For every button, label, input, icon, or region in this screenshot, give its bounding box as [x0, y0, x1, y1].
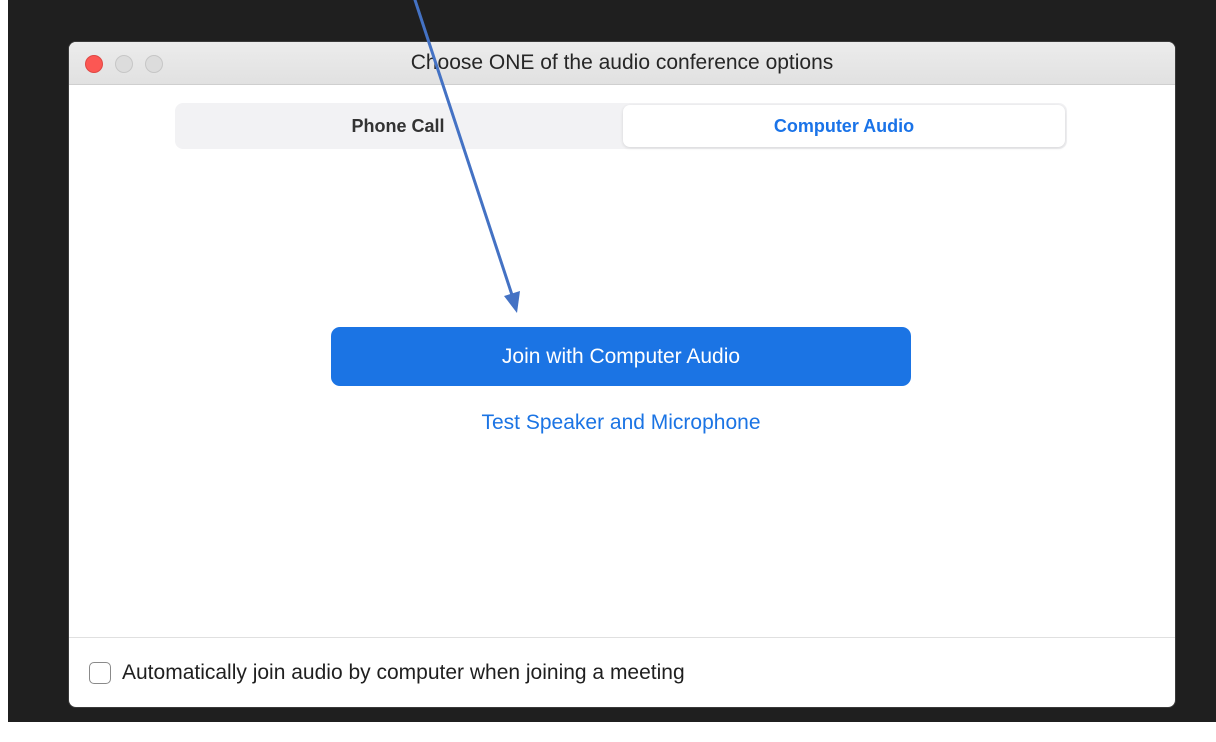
- footer-divider: [69, 637, 1175, 638]
- auto-join-label[interactable]: Automatically join audio by computer whe…: [122, 658, 685, 688]
- audio-options-dialog: Choose ONE of the audio conference optio…: [69, 42, 1175, 707]
- auto-join-checkbox[interactable]: [89, 662, 111, 684]
- test-speaker-microphone-link[interactable]: Test Speaker and Microphone: [331, 408, 911, 438]
- window-title: Choose ONE of the audio conference optio…: [410, 51, 834, 74]
- tab-phone-call[interactable]: Phone Call: [175, 103, 621, 149]
- title-bar: Choose ONE of the audio conference optio…: [69, 42, 1175, 85]
- audio-mode-tabs: Phone Call Computer Audio: [175, 103, 1067, 149]
- tab-computer-audio[interactable]: Computer Audio: [623, 105, 1065, 147]
- join-with-computer-audio-button[interactable]: Join with Computer Audio: [331, 327, 911, 386]
